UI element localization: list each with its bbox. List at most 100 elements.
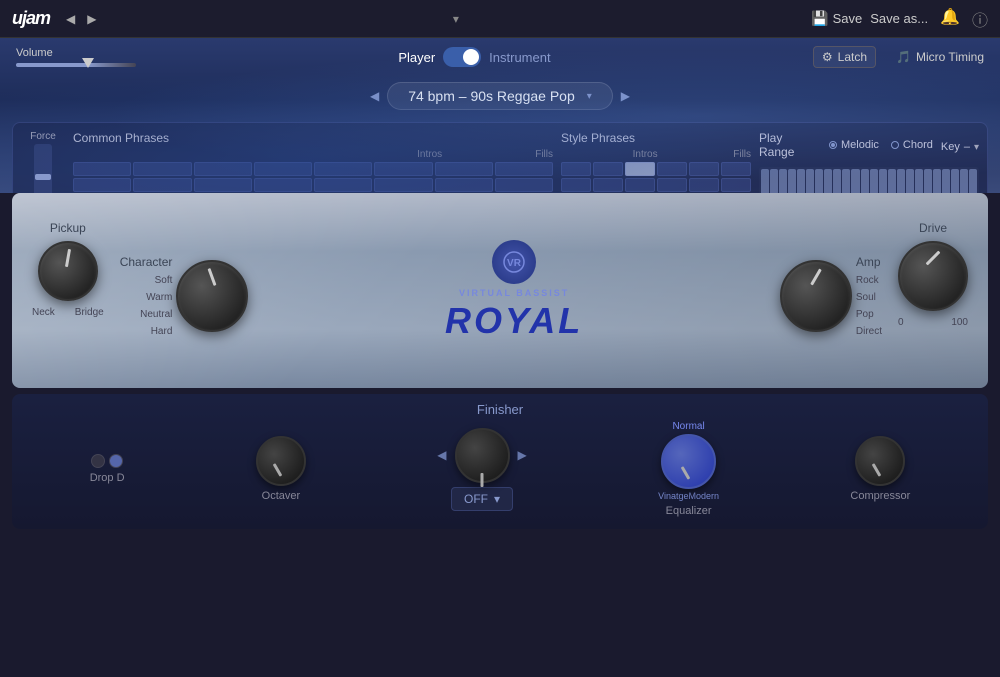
instrument-panel: Pickup Neck Bridge Character Soft Warm N… [12, 193, 988, 388]
drive-max: 100 [951, 317, 968, 328]
latch-label: Latch [838, 50, 867, 64]
finisher-panel: Finisher Drop D Octaver ◀ ▶ OFF ▾ [12, 394, 988, 529]
off-next-arrow[interactable]: ▶ [518, 448, 527, 462]
soft-option[interactable]: Soft [155, 275, 173, 286]
character-title: Character [120, 255, 173, 269]
drive-min: 0 [898, 317, 904, 328]
off-label: OFF [464, 492, 488, 506]
hero-section: Volume Player Instrument ⚙ Latch 🎵 Micro… [0, 38, 1000, 193]
latch-icon: ⚙ [822, 50, 833, 64]
warm-option[interactable]: Warm [146, 292, 172, 303]
amp-knob[interactable] [780, 260, 852, 332]
soul-option[interactable]: Soul [856, 292, 876, 303]
vintage-label: Vinatge [658, 491, 688, 501]
equalizer-knob[interactable] [661, 434, 716, 489]
pickup-labels: Neck Bridge [32, 307, 104, 318]
off-item: ◀ ▶ OFF ▾ [437, 428, 526, 511]
prev-arrow[interactable]: ◀ [62, 10, 79, 28]
latch-button[interactable]: ⚙ Latch [813, 46, 876, 68]
force-fader[interactable] [34, 144, 52, 193]
force-thumb [35, 174, 51, 180]
save-as-button[interactable]: Save as... [870, 11, 928, 26]
instrument-label: Instrument [489, 50, 550, 65]
nav-arrows: ◀ ▶ [62, 10, 100, 28]
player-instrument-toggle: Player Instrument [156, 47, 793, 67]
neutral-option[interactable]: Neutral [140, 309, 172, 320]
player-instrument-switch[interactable] [443, 47, 481, 67]
octaver-item: Octaver [256, 436, 306, 502]
hero-controls: Volume Player Instrument ⚙ Latch 🎵 Micro… [0, 38, 1000, 76]
off-prev-arrow[interactable]: ◀ [437, 448, 446, 462]
character-knob[interactable] [176, 260, 248, 332]
eq-normal-label: Normal [672, 421, 704, 432]
info-icon[interactable]: ⓘ [972, 7, 988, 31]
compressor-knob[interactable] [855, 436, 905, 486]
eq-labels: Vinatge Modern [658, 491, 719, 501]
player-label: Player [398, 50, 435, 65]
micro-timing-icon: 🎵 [896, 50, 911, 64]
octaver-knob[interactable] [256, 436, 306, 486]
drop-d-label: Drop D [90, 472, 125, 484]
off-knob[interactable] [455, 428, 510, 483]
off-caret[interactable]: ▾ [494, 492, 500, 506]
top-actions: 💾 Save Save as... [811, 10, 928, 27]
bridge-label: Bridge [75, 307, 104, 318]
eq-container: Normal Vinatge Modern [658, 421, 719, 501]
hard-option[interactable]: Hard [151, 326, 173, 337]
arrows-row: ◀ ▶ [437, 428, 526, 483]
royal-text: ROYAL [445, 300, 583, 342]
svg-text:VR: VR [507, 258, 522, 269]
bell-icon[interactable]: 🔔 [940, 7, 960, 31]
off-display: OFF ▾ [451, 487, 513, 511]
volume-thumb [82, 58, 94, 68]
volume-slider[interactable] [16, 63, 136, 67]
preset-dropdown: ▾ [112, 12, 799, 26]
micro-timing-label: Micro Timing [916, 50, 984, 64]
pickup-section: Pickup Neck Bridge [32, 221, 104, 376]
save-icon: 💾 [811, 10, 828, 27]
preset-caret[interactable]: ▾ [453, 12, 459, 26]
volume-control: Volume [16, 47, 136, 67]
equalizer-item: Normal Vinatge Modern Equalizer [658, 421, 719, 517]
drive-title: Drive [919, 221, 947, 235]
modern-label: Modern [689, 491, 720, 501]
save-label: Save [833, 11, 863, 26]
direct-option[interactable]: Direct [856, 326, 882, 337]
equalizer-label: Equalizer [666, 505, 712, 517]
save-as-label: Save as... [870, 11, 928, 26]
drive-section: Drive 0 100 [898, 221, 968, 376]
drive-range: 0 100 [898, 317, 968, 328]
rock-option[interactable]: Rock [856, 275, 879, 286]
amp-title: Amp [856, 255, 881, 269]
micro-timing-button[interactable]: 🎵 Micro Timing [896, 50, 984, 64]
logo: ujam [12, 8, 50, 29]
drop-d-item: Drop D [90, 454, 125, 484]
vb-logo: VR [492, 240, 536, 284]
volume-slider-container [16, 63, 136, 67]
finisher-controls: Drop D Octaver ◀ ▶ OFF ▾ Normal [28, 421, 972, 517]
toggle-knob [463, 49, 479, 65]
top-icons: 🔔 ⓘ [940, 7, 988, 31]
drop-d-toggle[interactable] [91, 454, 123, 468]
amp-options: Amp Rock Soul Pop Direct [856, 255, 882, 337]
octaver-label: Octaver [262, 490, 301, 502]
top-bar: ujam ◀ ▶ ▾ 💾 Save Save as... 🔔 ⓘ [0, 0, 1000, 38]
toggle-pip-1 [91, 454, 105, 468]
amp-section: Amp Rock Soul Pop Direct [780, 215, 882, 376]
drive-knob[interactable] [898, 241, 968, 311]
pickup-knob[interactable] [38, 241, 98, 301]
character-options: Character Soft Warm Neutral Hard [120, 255, 173, 337]
vb-logo-svg: VR [502, 250, 526, 274]
character-section: Character Soft Warm Neutral Hard [120, 215, 249, 376]
next-arrow[interactable]: ▶ [83, 10, 100, 28]
finisher-title: Finisher [28, 402, 972, 417]
pickup-title: Pickup [50, 221, 86, 235]
toggle-pip-2 [109, 454, 123, 468]
center-logo: VR VIRTUAL BASSIST ROYAL [264, 205, 763, 376]
pop-option[interactable]: Pop [856, 309, 874, 320]
compressor-item: Compressor [850, 436, 910, 502]
vb-text: VIRTUAL BASSIST [459, 288, 569, 298]
save-button[interactable]: 💾 Save [811, 10, 862, 27]
compressor-label: Compressor [850, 490, 910, 502]
volume-label: Volume [16, 47, 136, 59]
